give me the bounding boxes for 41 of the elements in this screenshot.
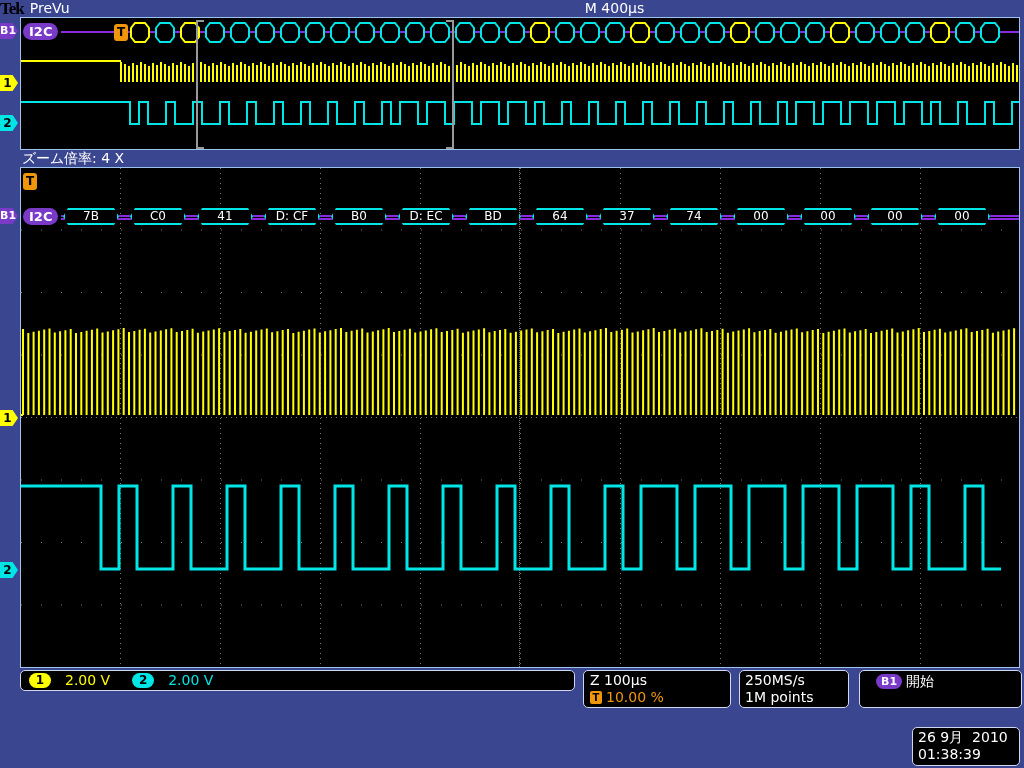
decoded-packet[interactable]: 00 [733, 208, 789, 225]
protocol-badge: I2C [23, 23, 59, 40]
trigger-marker[interactable]: T [114, 24, 128, 41]
decoded-packet[interactable]: 7B [63, 208, 119, 225]
trigger-marker[interactable]: T [23, 173, 37, 190]
bus-marker[interactable]: B1 [0, 208, 18, 224]
channel-badge[interactable]: 1 [29, 673, 51, 688]
mode-label: PreVu [29, 0, 71, 17]
record-length: 1M points [745, 689, 815, 706]
brand-logo: Tek [0, 0, 24, 17]
channel-marker[interactable]: 1 [0, 410, 18, 426]
decoded-packet[interactable]: 41 [197, 208, 253, 225]
protocol-badge: I2C [23, 208, 59, 225]
sample-rate: 250MS/s [745, 672, 806, 689]
decoded-packet[interactable]: D: EC [398, 208, 454, 225]
decoded-packet[interactable]: B0 [331, 208, 387, 225]
volts-per-division: 2.00 V [168, 672, 214, 689]
channel-marker[interactable]: 1 [0, 75, 18, 91]
decoded-packet[interactable]: 00 [800, 208, 856, 225]
decoded-packet[interactable]: 00 [934, 208, 990, 225]
trigger-position: 10.00 % [606, 689, 664, 706]
channel-marker[interactable]: 2 [0, 562, 18, 578]
trigger-badge: T [590, 691, 602, 704]
volts-per-division: 2.00 V [65, 672, 111, 689]
zoom-timebase: Z 100µs [590, 672, 648, 689]
date: 26 9月 2010 [918, 729, 1009, 746]
time: 01:38:39 [918, 746, 982, 763]
decoded-packet[interactable]: C0 [130, 208, 186, 225]
channel-badge[interactable]: 2 [132, 673, 155, 688]
decoded-packet[interactable]: BD [465, 208, 521, 225]
decoded-packet[interactable]: 00 [867, 208, 923, 225]
bus-marker[interactable]: B1 [0, 23, 18, 39]
decoded-packet[interactable]: 74 [666, 208, 722, 225]
decoded-packet[interactable]: D: CF [264, 208, 320, 225]
bus-badge[interactable]: B1 [876, 674, 903, 689]
decoded-packet[interactable]: 64 [532, 208, 588, 225]
timebase-readout: M 400µs [584, 0, 645, 17]
zoom-factor-label: ズーム倍率: 4 X [22, 150, 125, 166]
trigger-state: 開始 [906, 673, 935, 690]
decoded-packet[interactable]: 37 [599, 208, 655, 225]
channel-marker[interactable]: 2 [0, 115, 18, 131]
